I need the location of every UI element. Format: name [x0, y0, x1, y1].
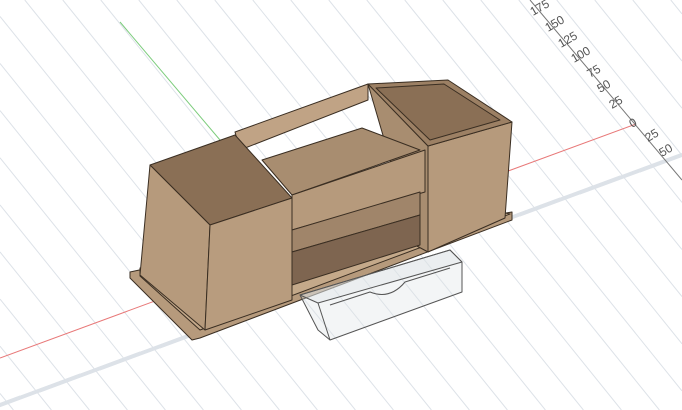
grid-line — [0, 251, 128, 410]
grid-line — [0, 298, 90, 410]
ruler-label: 100 — [569, 43, 594, 65]
grid-line — [632, 0, 682, 62]
ruler-label: 25 — [607, 93, 626, 112]
y-axis-line — [119, 21, 221, 141]
grid-line — [670, 0, 682, 15]
ruler-label: 0 — [627, 115, 640, 131]
3d-viewport[interactable]: 175 150 125 100 75 50 25 0 25 50 — [0, 0, 682, 410]
ruler-labels: 17515012510075502502550 — [528, 0, 676, 160]
ruler-label: 125 — [556, 28, 581, 50]
ruler-label: 150 — [543, 12, 568, 34]
ruler-label: 25 — [643, 126, 662, 145]
grid-line — [556, 0, 682, 156]
canvas[interactable]: 17515012510075502502550 — [0, 0, 682, 410]
grid-line — [0, 204, 166, 410]
desk-organizer-model[interactable] — [129, 79, 513, 341]
ruler-label: 75 — [585, 62, 604, 81]
